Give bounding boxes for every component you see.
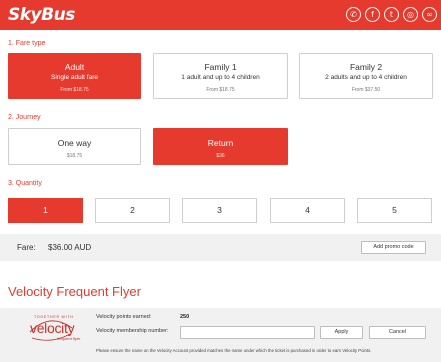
velocity-section-title: Velocity Frequent Flyer [8,284,141,299]
fare-option-title: Adult [64,62,85,72]
fare-type-heading: 1. Fare type [8,40,46,47]
journey-option-price: $18.75 [66,153,83,159]
skybus-logo[interactable]: SkyBus [8,5,75,25]
fare-option-title: Family 2 [349,62,383,72]
velocity-logo-tagline: TOGETHER WITH [34,315,74,319]
twitter-icon[interactable]: t [384,7,399,22]
fare-option-subtitle: Single adult fare [51,74,98,81]
quantity-option-5[interactable]: 5 [357,198,432,223]
fare-option-adult[interactable]: Adult Single adult fare From $18.75 [8,53,141,99]
velocity-logo-subtitle: frequent flyer [57,336,81,341]
fare-option-title: Family 1 [204,62,237,72]
quantity-option-4[interactable]: 4 [270,198,345,223]
phone-icon[interactable]: ✆ [346,7,361,22]
fare-option-price: From $18.75 [206,87,235,93]
fare-label: Fare: [17,243,36,252]
facebook-icon[interactable]: f [365,7,380,22]
journey-option-price: $36 [216,153,225,159]
quantity-option-3[interactable]: 3 [182,198,257,223]
fare-option-subtitle: 1 adult and up to 4 children [181,74,260,81]
instagram-icon[interactable]: ◎ [403,7,418,22]
quantity-option-2[interactable]: 2 [95,198,170,223]
journey-heading: 2. Journey [8,114,41,121]
journey-option-title: One way [57,138,92,148]
fare-option-family-2[interactable]: Family 2 2 adults and up to 4 children F… [299,53,433,99]
velocity-membership-label: Velocity membership number: [96,328,169,334]
journey-option-return[interactable]: Return $36 [153,128,288,165]
fare-option-family-1[interactable]: Family 1 1 adult and up to 4 children Fr… [153,53,288,99]
fare-option-price: From $18.75 [60,87,89,93]
quantity-option-1[interactable]: 1 [8,198,83,223]
add-promo-code-button[interactable]: Add promo code [361,241,426,254]
velocity-points-label: Velocity points earned: [96,314,152,320]
velocity-points-value: 250 [180,314,190,320]
velocity-cancel-button[interactable]: Cancel [369,326,426,339]
velocity-name-notice: Please ensure the name on the Velocity A… [96,348,372,353]
velocity-apply-button[interactable]: Apply [320,326,363,339]
velocity-logo: velocity [30,320,75,336]
journey-option-one-way[interactable]: One way $18.75 [8,128,141,165]
fare-total: $36.00 AUD [48,243,92,252]
quantity-heading: 3. Quantity [8,180,42,187]
journey-option-title: Return [207,138,234,148]
tripadvisor-icon[interactable]: ∞ [422,7,437,22]
fare-option-subtitle: 2 adults and up to 4 children [325,74,407,81]
velocity-membership-input[interactable] [180,326,315,339]
fare-option-price: From $37.50 [351,87,381,93]
